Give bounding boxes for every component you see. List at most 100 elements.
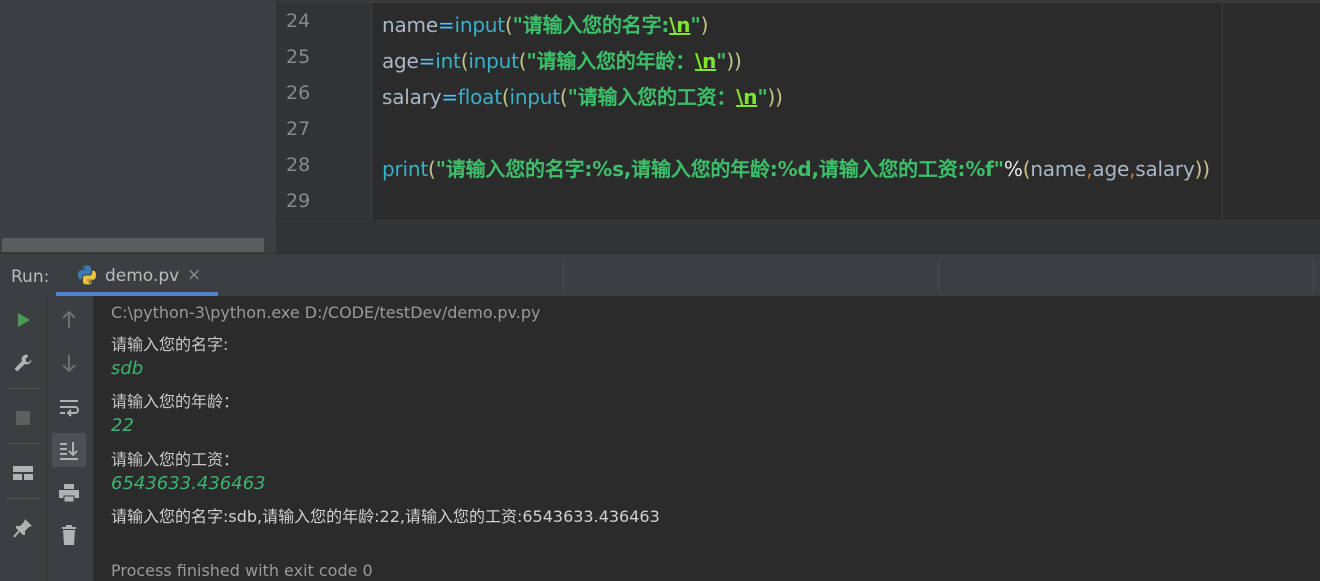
line-number: 29 — [286, 190, 311, 212]
code-text[interactable]: print("请输入您的名字:%s,请输入您的年龄:%d,请输入您的工资:%f"… — [382, 153, 1210, 182]
header-divider — [1313, 260, 1314, 292]
code-token-func: float — [457, 85, 502, 109]
code-text[interactable]: salary=float(input("请输入您的工资：\n")) — [382, 81, 783, 110]
code-token-func: input — [468, 49, 519, 73]
code-token-paren: ( — [504, 13, 513, 37]
clear-all-button[interactable] — [52, 518, 86, 552]
code-token-op: = — [418, 49, 436, 73]
scroll-to-end-icon — [60, 442, 78, 460]
code-token-esc: \n — [669, 13, 691, 37]
code-token-ident: name — [382, 13, 438, 37]
close-icon[interactable]: × — [187, 265, 201, 285]
code-token-str: " — [690, 13, 701, 37]
code-token-str: "请输入您的年龄： — [526, 49, 695, 73]
print-button[interactable] — [52, 476, 86, 510]
code-token-op: = — [437, 13, 455, 37]
pin-icon — [13, 519, 32, 538]
code-token-func: input — [454, 13, 505, 37]
toolbar-divider — [6, 498, 40, 499]
code-token-op: = — [441, 85, 458, 109]
code-line[interactable]: 27 — [278, 113, 1320, 149]
console-user-input: sdb — [111, 358, 144, 379]
code-token-str: " — [757, 85, 768, 109]
code-token-str: "请输入您的名字: — [512, 13, 670, 37]
line-number: 25 — [286, 46, 311, 68]
toolbar-divider — [6, 388, 40, 389]
editor-top-border — [278, 0, 1320, 3]
restore-layout-button[interactable] — [6, 456, 40, 490]
code-editor[interactable]: 24 name=input("请输入您的名字:\n") 25 age=int(i… — [278, 0, 1320, 253]
code-token-paren: ) — [700, 13, 709, 37]
code-token-paren: )) — [726, 49, 742, 73]
code-token-paren: ( — [559, 85, 568, 109]
layout-icon — [13, 466, 33, 480]
console-output[interactable]: C:\python-3\python.exe D:/CODE/testDev/d… — [93, 296, 1320, 581]
stop-icon — [16, 411, 30, 425]
rerun-button[interactable] — [6, 303, 40, 337]
run-toolbar-primary — [0, 296, 46, 581]
run-icon — [18, 313, 30, 327]
console-result-line: 请输入您的名字:sdb,请输入您的年龄:22,请输入您的工资:6543633.4… — [111, 507, 660, 526]
code-text[interactable]: age=int(input("请输入您的年龄：\n")) — [382, 45, 742, 74]
run-title: Run: — [11, 267, 50, 287]
previous-occurrence-button[interactable] — [52, 303, 86, 337]
console-prompt: 请输入您的工资： — [111, 450, 240, 469]
stop-button[interactable] — [6, 401, 40, 435]
code-token-esc: \n — [736, 85, 758, 109]
code-line[interactable]: 25 age=int(input("请输入您的年龄：\n")) — [278, 41, 1320, 77]
soft-wrap-button[interactable] — [52, 390, 86, 424]
header-divider — [938, 260, 939, 292]
line-number: 28 — [286, 154, 311, 176]
arrow-down-icon — [62, 355, 76, 373]
code-text[interactable]: name=input("请输入您的名字:\n") — [382, 9, 708, 38]
trash-icon — [62, 525, 76, 545]
code-token-str: " — [716, 49, 727, 73]
code-token-str: "请输入您的名字:%s,请输入您的年龄:%d,请输入您的工资:%f" — [435, 157, 1004, 181]
scroll-to-end-button[interactable] — [52, 433, 86, 467]
console-prompt: 请输入您的名字: — [111, 335, 229, 354]
run-toolbar-console — [46, 296, 93, 581]
console-user-input: 6543633.436463 — [111, 473, 266, 494]
pin-tab-button[interactable] — [6, 511, 40, 545]
line-number: 24 — [286, 10, 311, 32]
run-tab-label: demo.pv — [105, 266, 180, 286]
run-tab-demo[interactable]: demo.pv × — [56, 254, 218, 296]
code-token-paren: ( — [428, 157, 436, 181]
console-command-line: C:\python-3\python.exe D:/CODE/testDev/d… — [111, 303, 541, 322]
toolbar-divider — [6, 443, 40, 444]
code-line[interactable]: 24 name=input("请输入您的名字:\n") — [278, 5, 1320, 41]
code-token-func: int — [435, 49, 461, 73]
code-token-ident: name — [1030, 157, 1087, 181]
code-token-pct: % — [1003, 157, 1023, 181]
run-tool-window-header: Run: demo.pv × — [0, 253, 1320, 296]
next-occurrence-button[interactable] — [52, 346, 86, 380]
code-token-ident: age — [382, 49, 419, 73]
code-token-func: print — [382, 157, 428, 181]
editor-horizontal-scrollbar[interactable] — [278, 220, 1320, 253]
modify-run-config-button[interactable] — [6, 346, 40, 380]
arrow-up-icon — [62, 310, 76, 328]
code-token-paren: )) — [767, 85, 783, 109]
code-line[interactable]: 28 print("请输入您的名字:%s,请输入您的年龄:%d,请输入您的工资:… — [278, 149, 1320, 185]
code-token-paren: )) — [1194, 157, 1210, 181]
code-line[interactable]: 26 salary=float(input("请输入您的工资：\n")) — [278, 77, 1320, 113]
print-icon — [59, 484, 79, 503]
console-user-input: 22 — [111, 415, 134, 436]
soft-wrap-icon — [60, 400, 79, 417]
project-pane — [0, 0, 276, 253]
project-scrollbar-thumb[interactable] — [2, 238, 264, 252]
line-number: 27 — [286, 118, 311, 140]
code-token-ident: salary — [382, 85, 442, 109]
line-number: 26 — [286, 82, 311, 104]
wrench-icon — [14, 354, 32, 372]
code-token-esc: \n — [695, 49, 717, 73]
console-prompt: 请输入您的年龄： — [111, 392, 240, 411]
python-icon — [78, 265, 96, 285]
header-divider — [563, 260, 564, 292]
code-token-ident: age — [1092, 157, 1130, 181]
code-token-str: "请输入您的工资： — [567, 85, 737, 109]
code-line[interactable]: 29 — [278, 185, 1320, 221]
code-token-func: input — [509, 85, 560, 109]
code-token-ident: salary — [1135, 157, 1195, 181]
console-exit-message: Process finished with exit code 0 — [111, 561, 373, 580]
